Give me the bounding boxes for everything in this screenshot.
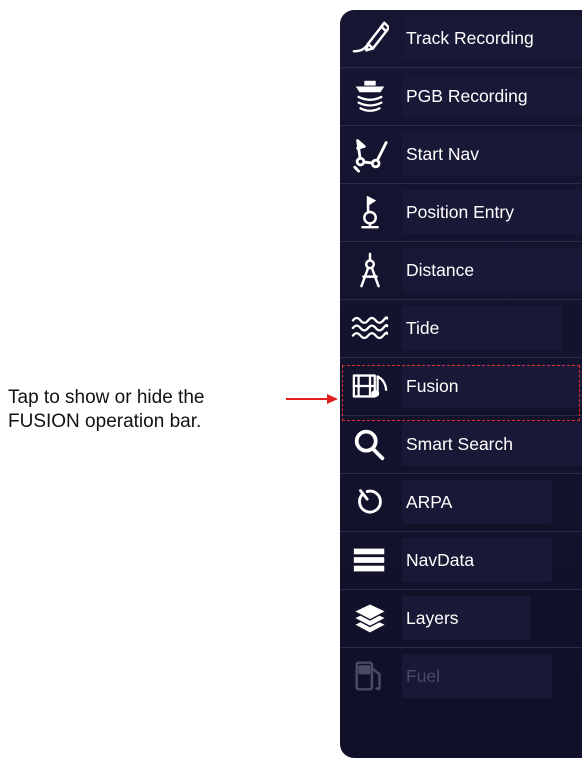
callout-text: Tap to show or hide the FUSION operation… (8, 386, 308, 434)
menu-item-navdata[interactable]: NavData (340, 532, 582, 590)
menu-item-smart-search[interactable]: Smart Search (340, 416, 582, 474)
callout-line-1: Tap to show or hide the (8, 387, 205, 408)
fuel-pump-icon (350, 656, 390, 696)
menu-item-arpa[interactable]: ARPA (340, 474, 582, 532)
menu-item-label: Layers (406, 608, 459, 628)
pen-track-icon (350, 18, 390, 58)
menu-item-label: ARPA (406, 492, 453, 512)
menu-item-label: Smart Search (406, 434, 513, 454)
callout-line-2: FUSION operation bar. (8, 411, 202, 432)
boat-sonar-icon (350, 76, 390, 116)
menu-item-fusion[interactable]: Fusion (340, 358, 582, 416)
menu-item-label: Distance (406, 260, 475, 280)
menu-item-label: Track Recording (406, 28, 534, 48)
menu-item-tide[interactable]: Tide (340, 300, 582, 358)
search-icon (350, 424, 390, 464)
side-menu: Track Recording PGB Recording Start Nav … (340, 10, 582, 758)
menu-item-distance[interactable]: Distance (340, 242, 582, 300)
menu-item-layers[interactable]: Layers (340, 590, 582, 648)
callout-arrow-icon (286, 394, 338, 404)
menu-item-fuel: Fuel (340, 648, 582, 706)
waves-icon (350, 308, 390, 348)
film-music-icon (350, 366, 390, 406)
compass-divider-icon (350, 250, 390, 290)
menu-bars-icon (350, 540, 390, 580)
menu-item-label: PGB Recording (406, 86, 528, 106)
menu-item-start-nav[interactable]: Start Nav (340, 126, 582, 184)
position-pin-icon (350, 192, 390, 232)
arpa-target-icon (350, 482, 390, 522)
menu-item-label: Position Entry (406, 202, 514, 222)
menu-item-pgb-recording[interactable]: PGB Recording (340, 68, 582, 126)
menu-item-label: Tide (406, 318, 440, 338)
menu-item-label: Fusion (406, 376, 459, 396)
menu-item-label: NavData (406, 550, 475, 570)
menu-item-track-recording[interactable]: Track Recording (340, 10, 582, 68)
menu-item-label: Start Nav (406, 144, 479, 164)
menu-item-position-entry[interactable]: Position Entry (340, 184, 582, 242)
layers-icon (350, 598, 390, 638)
menu-item-label: Fuel (406, 666, 441, 686)
route-icon (350, 134, 390, 174)
